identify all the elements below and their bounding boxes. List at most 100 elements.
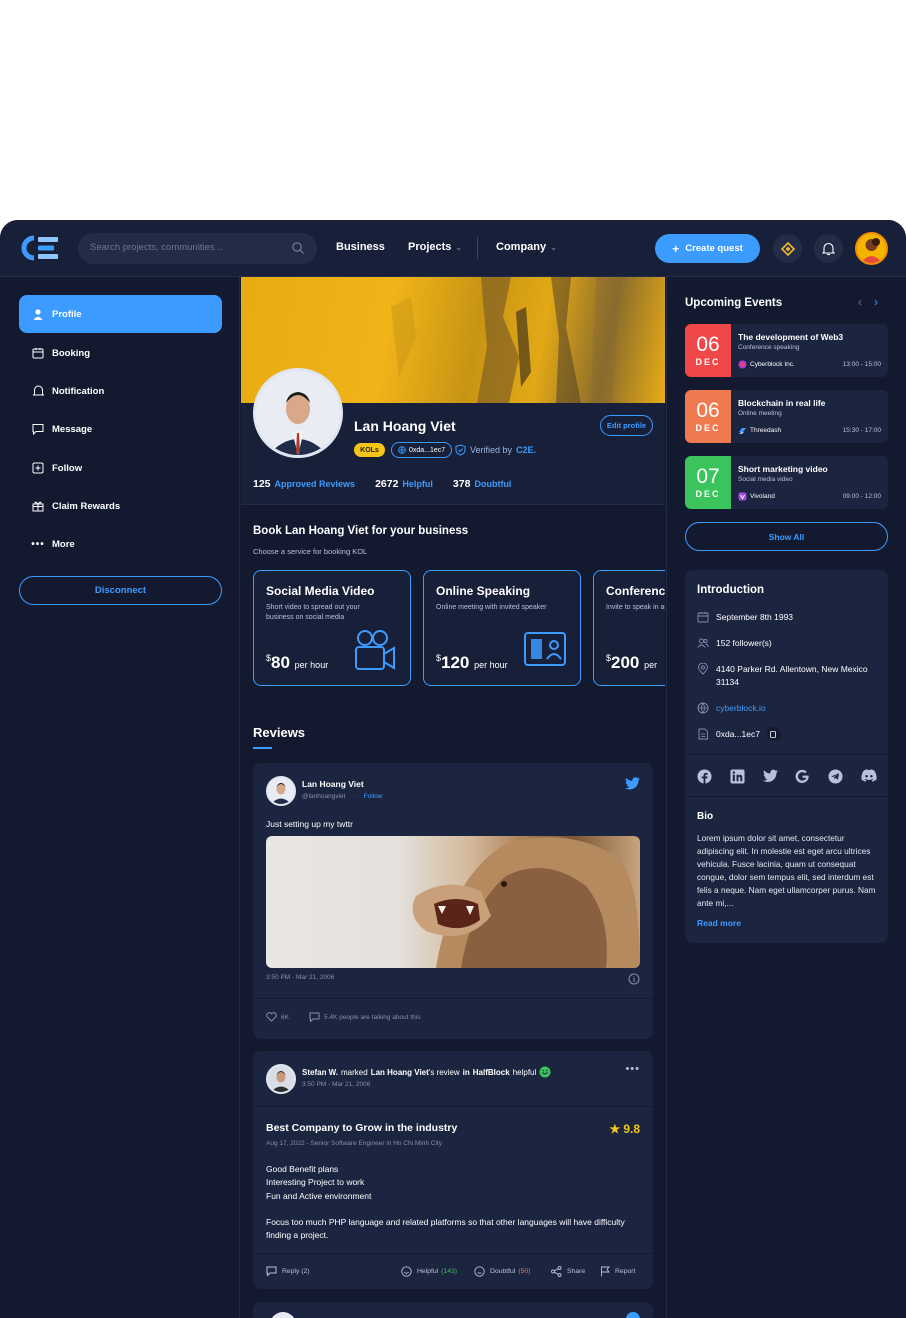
activity-action: marked xyxy=(341,1067,368,1077)
binance-button[interactable] xyxy=(773,234,802,263)
edit-profile-button[interactable]: Edit profile xyxy=(600,415,653,436)
profile-avatar xyxy=(253,368,343,458)
share-button[interactable]: Share xyxy=(551,1266,585,1277)
notification-button[interactable] xyxy=(814,234,843,263)
avatar[interactable] xyxy=(270,1312,296,1318)
events-pager: ‹ › xyxy=(858,295,878,309)
chevron-down-icon: ⌄ xyxy=(455,242,463,252)
nav-divider xyxy=(477,237,478,259)
plus-icon: + xyxy=(672,241,680,256)
activity-place[interactable]: HalfBlock xyxy=(473,1068,510,1077)
sidebar-item-notification[interactable]: Notification xyxy=(19,372,222,410)
activity-line: Stefan W. marked Lan Hoang Viet's review… xyxy=(302,1066,551,1078)
talking-link[interactable]: 5.4K people are talking about this xyxy=(309,1012,420,1022)
event-organizer: Cyberblock Inc. xyxy=(738,360,795,369)
doubtful-count: (50) xyxy=(518,1268,531,1275)
intro-followers: 152 follower(s) xyxy=(697,637,877,650)
like-count: 6K xyxy=(281,1013,289,1021)
read-more-link[interactable]: Read more xyxy=(697,918,741,928)
intro-website: cyberblock.io xyxy=(697,702,877,715)
event-card[interactable]: 06 DEC The development of Web3 Conferenc… xyxy=(685,324,888,377)
disconnect-button[interactable]: Disconnect xyxy=(19,576,222,605)
price-unit: per hour xyxy=(474,660,508,670)
event-card[interactable]: 06 DEC Blockchain in real life Online me… xyxy=(685,390,888,443)
activity-target[interactable]: Lan Hoang Viet xyxy=(371,1068,429,1077)
wallet-address-badge[interactable]: 0xda...1ec7 xyxy=(391,442,453,458)
smile-icon xyxy=(401,1266,412,1277)
search-input[interactable]: Search projects, communities .. xyxy=(78,233,317,264)
globe-icon xyxy=(398,446,406,454)
chevron-right-icon[interactable]: › xyxy=(874,295,878,309)
sidebar-item-profile[interactable]: Profile xyxy=(19,295,222,333)
avatar[interactable] xyxy=(266,1064,296,1094)
avatar-photo xyxy=(268,778,294,804)
twitter-icon[interactable] xyxy=(762,769,778,783)
star-icon: ★ xyxy=(609,1122,621,1136)
bell-icon xyxy=(822,242,835,255)
share-label: Share xyxy=(567,1268,586,1275)
reply-label: Reply (2) xyxy=(282,1267,310,1275)
chevron-left-icon[interactable]: ‹ xyxy=(858,295,862,309)
nav-projects[interactable]: Projects ⌄ xyxy=(408,241,462,253)
event-date: 06 DEC xyxy=(685,324,731,377)
copy-icon[interactable] xyxy=(766,727,781,741)
facebook-icon[interactable] xyxy=(697,769,712,784)
create-quest-button[interactable]: + Create quest xyxy=(655,234,760,263)
service-price: $200 per xyxy=(606,653,657,673)
linkedin-icon[interactable] xyxy=(730,769,745,784)
sidebar-item-booking[interactable]: Booking xyxy=(19,334,222,372)
tweet-author[interactable]: Lan Hoang Viet xyxy=(302,779,364,789)
review-card xyxy=(253,1302,653,1318)
user-avatar[interactable] xyxy=(855,232,888,265)
twitter-icon[interactable] xyxy=(626,1312,640,1318)
avatar[interactable] xyxy=(266,776,296,806)
google-icon[interactable] xyxy=(795,769,810,784)
stat-value: 125 xyxy=(253,478,271,490)
activity-time: 3:50 PM - Mar 21, 2006 xyxy=(302,1081,371,1088)
kol-badge: KOLs xyxy=(354,443,385,457)
helpful-button[interactable]: Helpful (143) xyxy=(401,1266,457,1277)
twitter-icon[interactable] xyxy=(625,777,640,790)
reply-button[interactable]: Reply (2) xyxy=(266,1266,310,1276)
like-button[interactable]: 6K xyxy=(266,1012,289,1022)
service-desc: Invite to speak in audience xyxy=(606,604,665,611)
sidebar-item-label: Message xyxy=(52,423,93,435)
dot-separator: · xyxy=(353,793,356,800)
tweet-image-lion[interactable] xyxy=(266,836,640,968)
website-link[interactable]: cyberblock.io xyxy=(716,702,766,715)
nav-business[interactable]: Business xyxy=(336,241,385,253)
c2e-logo[interactable] xyxy=(18,234,60,262)
follow-link[interactable]: Follow xyxy=(364,793,383,800)
tweet-time: 3:50 PM - Mar 21, 2006 xyxy=(266,974,335,981)
event-date: 07 DEC xyxy=(685,456,731,509)
sidebar-item-label: Notification xyxy=(52,385,105,397)
event-card[interactable]: 07 DEC Short marketing video Social medi… xyxy=(685,456,888,509)
sidebar-item-message[interactable]: Message xyxy=(19,410,222,448)
sidebar-item-follow[interactable]: Follow xyxy=(19,449,222,487)
more-options-icon[interactable]: ••• xyxy=(625,1063,640,1075)
stat-doubtful: 378 Doubtful xyxy=(453,478,512,490)
verified-prefix: Verified by xyxy=(470,445,513,455)
report-button[interactable]: Report xyxy=(600,1266,635,1277)
show-all-button[interactable]: Show All xyxy=(685,522,888,551)
reviews-title-underline xyxy=(253,747,272,749)
search-placeholder: Search projects, communities .. xyxy=(90,242,223,253)
wallet-text: 0xda...1ec7 xyxy=(716,729,760,739)
nav-company[interactable]: Company ⌄ xyxy=(496,241,557,253)
pro-item: Good Benefit plans xyxy=(266,1164,339,1174)
service-card-online-speaking[interactable]: Online Speaking Online meeting with invi… xyxy=(423,570,581,686)
telegram-icon[interactable] xyxy=(828,769,843,784)
sidebar-item-more[interactable]: ••• More xyxy=(19,525,222,563)
service-card-social-media-video[interactable]: Social Media Video Short video to spread… xyxy=(253,570,411,686)
divider xyxy=(685,796,888,797)
sidebar-item-claim-rewards[interactable]: Claim Rewards xyxy=(19,487,222,525)
price-value: 80 xyxy=(271,653,290,672)
activity-actor[interactable]: Stefan W. xyxy=(302,1068,338,1077)
helpful-count: (143) xyxy=(441,1268,458,1275)
globe-icon xyxy=(697,702,709,714)
discord-icon[interactable] xyxy=(861,769,877,782)
doubtful-button[interactable]: Doubtful (50) xyxy=(474,1266,530,1277)
service-card-conference[interactable]: Conference Invite to speak in audience $… xyxy=(593,570,665,686)
event-time: 13:00 - 15:00 xyxy=(842,361,881,368)
info-icon[interactable] xyxy=(628,973,640,985)
